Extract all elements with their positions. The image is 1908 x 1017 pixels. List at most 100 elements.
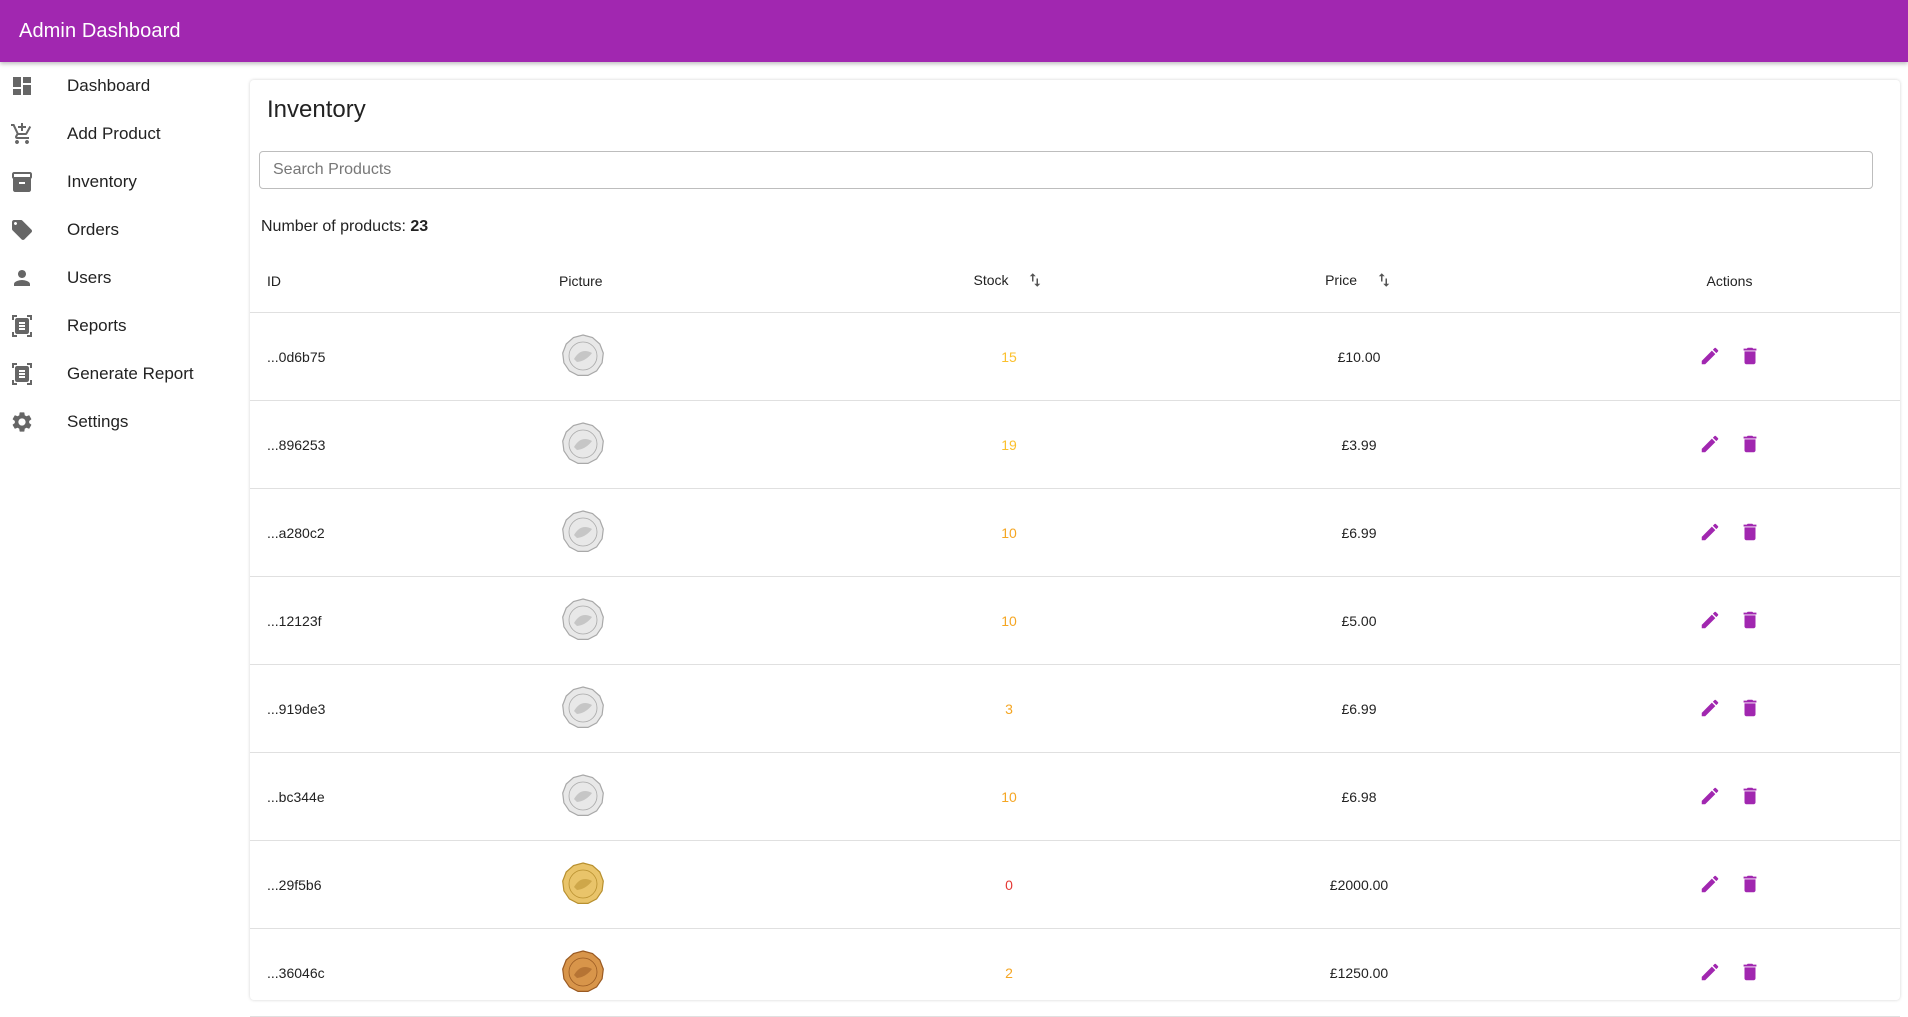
column-header-actions: Actions: [1559, 250, 1900, 313]
delete-icon[interactable]: [1738, 784, 1762, 808]
cell-id: ...896253: [250, 400, 559, 489]
document-scan-icon: [10, 314, 34, 338]
cell-stock: 10: [859, 576, 1159, 665]
stock-value: 10: [1001, 612, 1017, 629]
cell-picture: [559, 840, 859, 929]
price-value: £3.99: [1341, 436, 1377, 453]
sidebar-item-settings[interactable]: Settings: [0, 398, 238, 446]
cell-actions: [1559, 488, 1900, 577]
column-header-picture: Picture: [559, 250, 859, 313]
product-count-value: 23: [410, 218, 429, 235]
price-value: £6.98: [1341, 788, 1377, 805]
product-image: [559, 419, 607, 467]
delete-icon[interactable]: [1738, 696, 1762, 720]
sidebar-item-generate-report[interactable]: Generate Report: [0, 350, 238, 398]
dashboard-icon: [10, 74, 34, 98]
table-row: ...0d6b75 15 £10.00: [250, 312, 1900, 401]
cell-actions: [1559, 576, 1900, 665]
cell-stock: 10: [859, 488, 1159, 577]
delete-icon[interactable]: [1738, 872, 1762, 896]
cell-stock: 15: [859, 312, 1159, 401]
product-image: [559, 683, 607, 731]
sidebar-item-reports[interactable]: Reports: [0, 302, 238, 350]
price-value: £2000.00: [1329, 876, 1389, 893]
cell-id: ...36046c: [250, 928, 559, 1017]
cell-id: ...0d6b75: [250, 312, 559, 401]
edit-icon[interactable]: [1698, 960, 1722, 984]
tag-icon: [10, 218, 34, 242]
column-header-price[interactable]: Price: [1159, 250, 1559, 313]
sidebar-item-label: Settings: [67, 412, 129, 431]
product-image: [559, 507, 607, 555]
delete-icon[interactable]: [1738, 344, 1762, 368]
delete-icon[interactable]: [1738, 432, 1762, 456]
cell-price: £2000.00: [1159, 840, 1559, 929]
cell-picture: [559, 400, 859, 489]
sort-icon[interactable]: [1026, 271, 1044, 292]
price-value: £6.99: [1341, 700, 1377, 717]
sort-icon[interactable]: [1375, 271, 1393, 292]
sidebar-item-label: Inventory: [67, 172, 137, 191]
archive-icon: [10, 170, 34, 194]
sidebar-item-dashboard[interactable]: Dashboard: [0, 62, 238, 110]
stock-value: 15: [1001, 348, 1017, 365]
cell-picture: [559, 664, 859, 753]
column-header-label: Actions: [1706, 273, 1753, 289]
table-row: ...12123f 10 £5.00: [250, 576, 1900, 665]
product-id: ...a280c2: [267, 524, 325, 541]
cell-actions: [1559, 400, 1900, 489]
cell-stock: 10: [859, 752, 1159, 841]
search-input[interactable]: [259, 151, 1873, 189]
column-header-label: ID: [267, 273, 281, 289]
app-bar: Admin Dashboard: [0, 0, 1908, 62]
edit-icon[interactable]: [1698, 344, 1722, 368]
delete-icon[interactable]: [1738, 960, 1762, 984]
stock-value: 2: [1005, 964, 1013, 981]
product-image: [559, 331, 607, 379]
price-value: £10.00: [1337, 348, 1381, 365]
sidebar-item-inventory[interactable]: Inventory: [0, 158, 238, 206]
edit-icon[interactable]: [1698, 432, 1722, 456]
cell-picture: [559, 576, 859, 665]
cell-actions: [1559, 312, 1900, 401]
cell-picture: [559, 928, 859, 1017]
add-cart-icon: [10, 122, 34, 146]
edit-icon[interactable]: [1698, 784, 1722, 808]
sidebar-item-add-product[interactable]: Add Product: [0, 110, 238, 158]
sidebar-item-orders[interactable]: Orders: [0, 206, 238, 254]
edit-icon[interactable]: [1698, 872, 1722, 896]
edit-icon[interactable]: [1698, 696, 1722, 720]
product-id: ...919de3: [267, 700, 326, 717]
cell-actions: [1559, 928, 1900, 1017]
product-count: Number of products: 23: [261, 218, 428, 236]
product-image: [559, 771, 607, 819]
sidebar-item-label: Add Product: [67, 124, 161, 143]
sidebar-item-label: Users: [67, 268, 112, 287]
cell-id: ...919de3: [250, 664, 559, 753]
product-image: [559, 947, 607, 995]
column-header-stock[interactable]: Stock: [859, 250, 1159, 313]
product-id: ...bc344e: [267, 788, 325, 805]
delete-icon[interactable]: [1738, 608, 1762, 632]
edit-icon[interactable]: [1698, 520, 1722, 544]
cell-actions: [1559, 752, 1900, 841]
document-scan-icon: [10, 362, 34, 386]
sidebar-item-users[interactable]: Users: [0, 254, 238, 302]
product-id: ...36046c: [267, 964, 325, 981]
cell-price: £6.99: [1159, 664, 1559, 753]
cell-id: ...a280c2: [250, 488, 559, 577]
table-row: ...bc344e 10 £6.98: [250, 752, 1900, 841]
stock-value: 10: [1001, 524, 1017, 541]
sidebar-item-label: Orders: [67, 220, 119, 239]
cell-picture: [559, 488, 859, 577]
stock-value: 0: [1005, 876, 1013, 893]
cell-stock: 0: [859, 840, 1159, 929]
table-row: ...896253 19 £3.99: [250, 400, 1900, 489]
cell-actions: [1559, 840, 1900, 929]
table-row: ...a280c2 10 £6.99: [250, 488, 1900, 577]
product-id: ...29f5b6: [267, 876, 322, 893]
cell-stock: 2: [859, 928, 1159, 1017]
sidebar-item-label: Reports: [67, 316, 127, 335]
delete-icon[interactable]: [1738, 520, 1762, 544]
edit-icon[interactable]: [1698, 608, 1722, 632]
